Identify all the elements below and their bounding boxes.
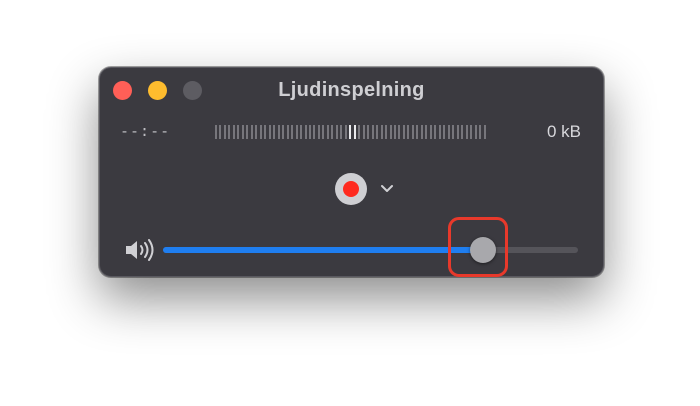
meter-tick xyxy=(286,125,289,139)
meter-tick xyxy=(331,125,334,139)
audio-recording-window: Ljudinspelning --:-- 0 kB xyxy=(99,67,604,277)
meter-tick xyxy=(371,125,374,139)
meter-tick xyxy=(416,125,419,139)
meter-tick xyxy=(362,125,365,139)
meter-tick xyxy=(353,125,356,139)
meter-tick xyxy=(282,125,285,139)
meter-tick xyxy=(232,125,235,139)
meter-tick xyxy=(215,125,217,139)
window-title: Ljudinspelning xyxy=(278,79,425,101)
meter-tick xyxy=(389,125,392,139)
meter-tick xyxy=(447,125,450,139)
meter-tick xyxy=(407,125,410,139)
meter-tick xyxy=(429,125,432,139)
meter-tick xyxy=(255,125,258,139)
file-size: 0 kB xyxy=(546,122,581,141)
meter-tick xyxy=(434,125,437,139)
meter-tick xyxy=(420,125,423,139)
record-icon xyxy=(343,181,359,197)
volume-slider-fill xyxy=(163,247,483,253)
meter-tick xyxy=(223,125,226,139)
record-button[interactable] xyxy=(335,173,367,205)
meter-tick xyxy=(398,125,401,139)
volume-slider[interactable] xyxy=(163,237,578,263)
meter-tick xyxy=(277,125,280,139)
meter-tick xyxy=(250,125,253,139)
meter-tick xyxy=(443,125,446,139)
meter-tick xyxy=(304,125,307,139)
meter-tick xyxy=(259,125,262,139)
meter-tick xyxy=(376,125,379,139)
meter-tick xyxy=(452,125,455,139)
speaker-volume-icon xyxy=(124,238,156,262)
meter-tick xyxy=(264,125,267,139)
meter-tick xyxy=(300,125,303,139)
chevron-down-icon[interactable] xyxy=(380,181,394,195)
volume-slider-knob[interactable] xyxy=(469,237,496,263)
meter-tick xyxy=(474,125,477,139)
meter-tick xyxy=(380,125,383,139)
meter-tick xyxy=(219,125,222,139)
meter-tick xyxy=(268,125,271,139)
meter-tick xyxy=(483,125,486,139)
elapsed-time: --:-- xyxy=(120,122,171,140)
audio-level-meter xyxy=(215,125,488,139)
meter-tick xyxy=(291,125,294,139)
meter-tick xyxy=(237,125,240,139)
meter-tick xyxy=(425,125,428,139)
meter-tick xyxy=(228,125,231,139)
meter-tick xyxy=(411,125,414,139)
meter-tick xyxy=(295,125,298,139)
meter-tick xyxy=(313,125,316,139)
meter-tick xyxy=(344,125,347,139)
meter-tick xyxy=(335,125,338,139)
meter-tick xyxy=(479,125,482,139)
meter-tick xyxy=(385,125,388,139)
meter-tick xyxy=(326,125,329,139)
meter-tick xyxy=(470,125,473,139)
meter-tick xyxy=(367,125,370,139)
meter-tick xyxy=(241,125,244,139)
meter-tick xyxy=(402,125,405,139)
meter-tick xyxy=(317,125,320,139)
meter-tick xyxy=(322,125,325,139)
meter-tick xyxy=(273,125,276,139)
meter-tick xyxy=(461,125,464,139)
meter-tick xyxy=(465,125,468,139)
meter-tick xyxy=(358,125,361,139)
meter-tick xyxy=(246,125,249,139)
meter-tick xyxy=(340,125,343,139)
meter-tick xyxy=(456,125,459,139)
meter-tick xyxy=(308,125,311,139)
meter-tick xyxy=(349,125,352,139)
meter-tick xyxy=(394,125,397,139)
meter-tick xyxy=(438,125,441,139)
